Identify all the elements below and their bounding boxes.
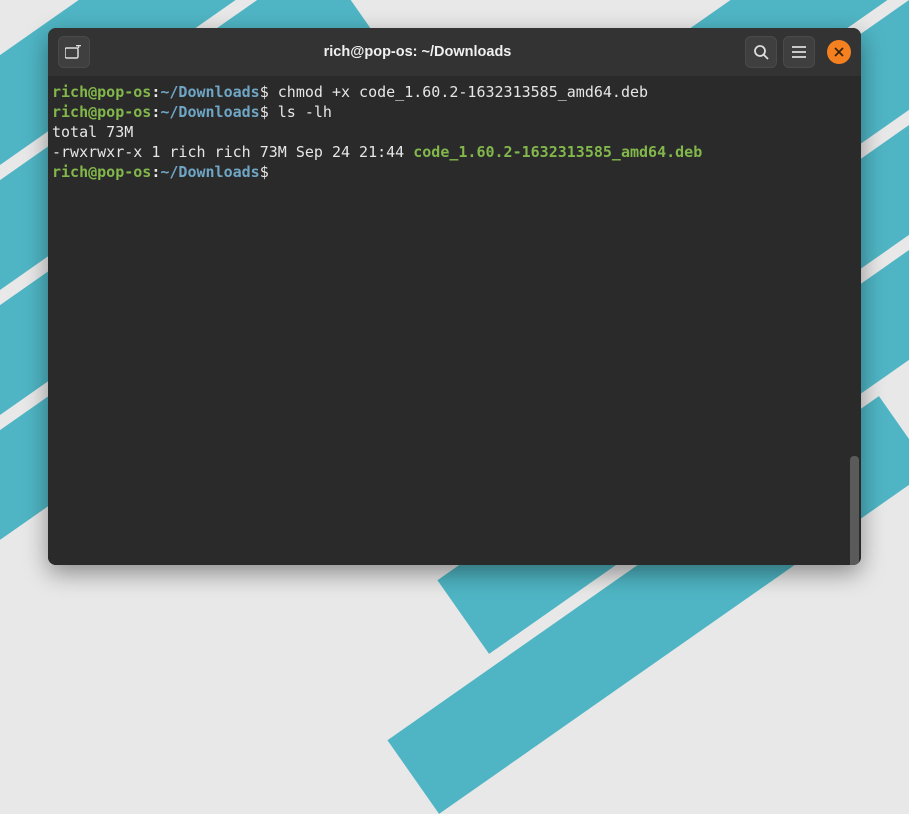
executable-filename: code_1.60.2-1632313585_amd64.deb <box>413 143 702 161</box>
prompt-user-host: rich@pop-os <box>52 163 151 181</box>
prompt-symbol: $ <box>260 163 269 181</box>
terminal-window: rich@pop-os: ~/Downloads rich@pop-os:~/D… <box>48 28 861 565</box>
search-icon <box>753 44 769 60</box>
command-text <box>269 163 278 181</box>
ls-output-text: -rwxrwxr-x 1 rich rich 73M Sep 24 21:44 <box>52 143 413 161</box>
command-text: ls -lh <box>269 103 332 121</box>
titlebar: rich@pop-os: ~/Downloads <box>48 28 861 76</box>
close-icon <box>834 47 844 57</box>
prompt-path: ~/Downloads <box>160 163 259 181</box>
prompt-symbol: $ <box>260 103 269 121</box>
menu-button[interactable] <box>783 36 815 68</box>
close-button[interactable] <box>827 40 851 64</box>
window-title: rich@pop-os: ~/Downloads <box>96 44 739 60</box>
terminal-body[interactable]: rich@pop-os:~/Downloads$ chmod +x code_1… <box>48 76 861 565</box>
terminal-line: rich@pop-os:~/Downloads$ chmod +x code_1… <box>52 82 857 102</box>
terminal-line: -rwxrwxr-x 1 rich rich 73M Sep 24 21:44 … <box>52 142 857 162</box>
terminal-line: rich@pop-os:~/Downloads$ <box>52 162 857 182</box>
terminal-line: total 73M <box>52 122 857 142</box>
terminal-line: rich@pop-os:~/Downloads$ ls -lh <box>52 102 857 122</box>
prompt-path: ~/Downloads <box>160 83 259 101</box>
scrollbar-thumb[interactable] <box>850 456 859 565</box>
prompt-user-host: rich@pop-os <box>52 103 151 121</box>
new-tab-button[interactable] <box>58 36 90 68</box>
hamburger-icon <box>792 46 806 58</box>
new-tab-icon <box>65 45 83 59</box>
search-button[interactable] <box>745 36 777 68</box>
prompt-symbol: $ <box>260 83 269 101</box>
prompt-path: ~/Downloads <box>160 103 259 121</box>
prompt-user-host: rich@pop-os <box>52 83 151 101</box>
command-text: chmod +x code_1.60.2-1632313585_amd64.de… <box>269 83 648 101</box>
